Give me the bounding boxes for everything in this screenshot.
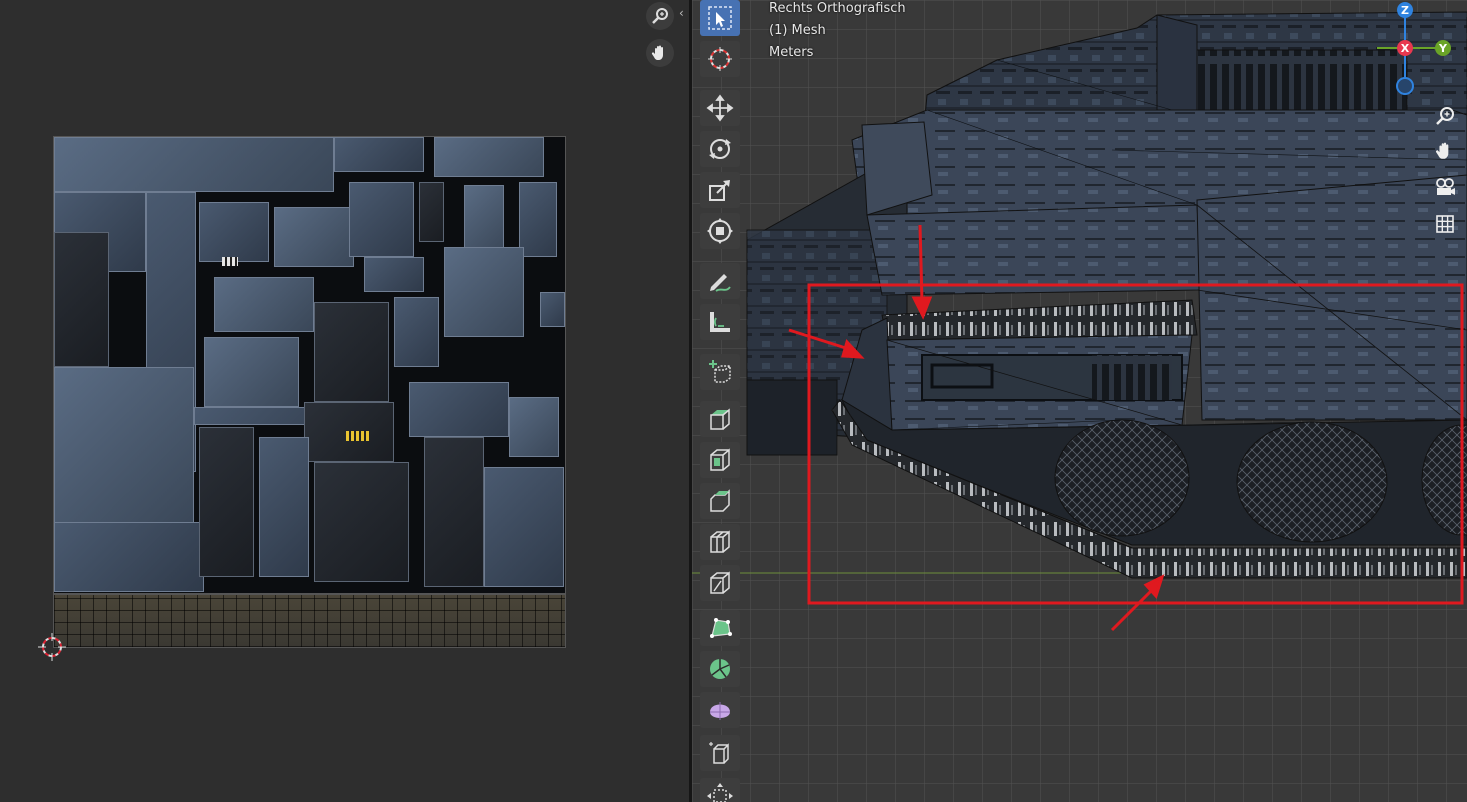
uv-island	[274, 207, 354, 267]
scale-tool[interactable]	[700, 172, 740, 208]
uv-island	[199, 202, 269, 262]
uv-island	[54, 522, 204, 592]
uv-island	[214, 277, 314, 332]
smooth-icon	[710, 702, 730, 720]
pan-hand-icon[interactable]	[1432, 138, 1458, 164]
extrude-tool[interactable]	[700, 401, 740, 437]
knife-icon	[710, 571, 730, 594]
add-cube-icon	[709, 360, 731, 383]
rotate-tool[interactable]	[700, 131, 740, 167]
uv-texture-image	[53, 136, 566, 594]
scale-icon	[709, 180, 730, 201]
uv-island	[204, 337, 299, 407]
gizmo-neg-z-axis[interactable]	[1396, 77, 1414, 95]
uv-detail	[346, 431, 370, 441]
navigation-gizmo[interactable]: Z Y X	[1377, 0, 1467, 100]
rotate-icon	[709, 139, 731, 159]
bevel-icon	[710, 489, 730, 512]
spin-tool[interactable]	[700, 651, 740, 687]
uv-island	[314, 462, 409, 582]
view-name: Rechts Orthografisch	[769, 1, 906, 16]
add-cube-tool[interactable]	[700, 354, 740, 390]
rip-tool[interactable]	[700, 778, 740, 802]
bevel-tool[interactable]	[700, 483, 740, 519]
uv-island	[409, 382, 509, 437]
move-tool[interactable]	[700, 90, 740, 126]
uv-island	[540, 292, 565, 327]
loop-cut-icon	[710, 530, 730, 553]
chevron-left-icon[interactable]: ‹	[679, 6, 684, 20]
pan-hand-icon[interactable]	[646, 39, 674, 67]
shear-tool[interactable]	[700, 735, 740, 771]
uv-island	[519, 182, 557, 257]
annotate-tool[interactable]	[700, 263, 740, 299]
camera-icon[interactable]	[1432, 174, 1458, 200]
uv-island	[54, 367, 194, 527]
inset-tool[interactable]	[700, 442, 740, 478]
uv-island	[419, 182, 444, 242]
gizmo-z-label: Z	[1401, 4, 1409, 17]
transform-icon	[707, 218, 733, 244]
uv-island	[434, 137, 544, 177]
uv-island	[424, 437, 484, 587]
uv-island	[509, 397, 559, 457]
cursor-tool[interactable]	[700, 41, 740, 77]
cursor-box-icon	[708, 6, 732, 30]
unit-label: Meters	[769, 45, 814, 60]
uv-island	[464, 185, 504, 255]
extrude-icon	[710, 408, 730, 430]
zoom-icon[interactable]	[1432, 103, 1458, 129]
mesh-render	[692, 11, 1467, 632]
uv-island	[349, 182, 414, 257]
measure-tool[interactable]	[700, 304, 740, 340]
uv-tile-strip	[53, 594, 566, 648]
loop-cut-tool[interactable]	[700, 524, 740, 560]
spin-icon	[710, 659, 730, 679]
2d-cursor-icon[interactable]	[38, 633, 66, 661]
uv-island	[199, 427, 254, 577]
object-info: (1) Mesh	[769, 23, 826, 38]
uv-island	[484, 467, 564, 587]
move-arrows-icon	[706, 94, 734, 122]
3d-viewport[interactable]: Rechts Orthografisch (1) Mesh Meters Z Y…	[692, 0, 1467, 802]
shear-icon	[709, 742, 729, 764]
uv-island	[259, 437, 309, 577]
transform-tool[interactable]	[700, 213, 740, 249]
tool-shelf	[700, 0, 742, 802]
uv-island	[364, 257, 424, 292]
gizmo-y-label: Y	[1438, 42, 1448, 55]
poly-build-tool[interactable]	[700, 610, 740, 646]
uv-island	[54, 137, 334, 192]
uv-island	[334, 137, 424, 172]
uv-detail	[222, 257, 238, 266]
uv-island	[394, 297, 439, 367]
uv-island	[314, 302, 389, 402]
rip-icon	[707, 783, 733, 802]
pencil-icon	[710, 274, 731, 292]
select-box-tool[interactable]	[700, 0, 740, 36]
crosshair-icon	[708, 47, 732, 71]
knife-tool[interactable]	[700, 565, 740, 601]
gizmo-x-label: X	[1401, 42, 1410, 55]
ruler-icon	[710, 312, 730, 332]
uv-editor[interactable]: ‹	[0, 0, 689, 802]
smooth-tool[interactable]	[700, 692, 740, 728]
grid-icon[interactable]	[1432, 211, 1458, 237]
zoom-icon[interactable]	[646, 2, 674, 30]
uv-island	[54, 232, 109, 367]
uv-island	[444, 247, 524, 337]
poly-build-icon	[710, 618, 732, 638]
inset-icon	[710, 448, 730, 471]
